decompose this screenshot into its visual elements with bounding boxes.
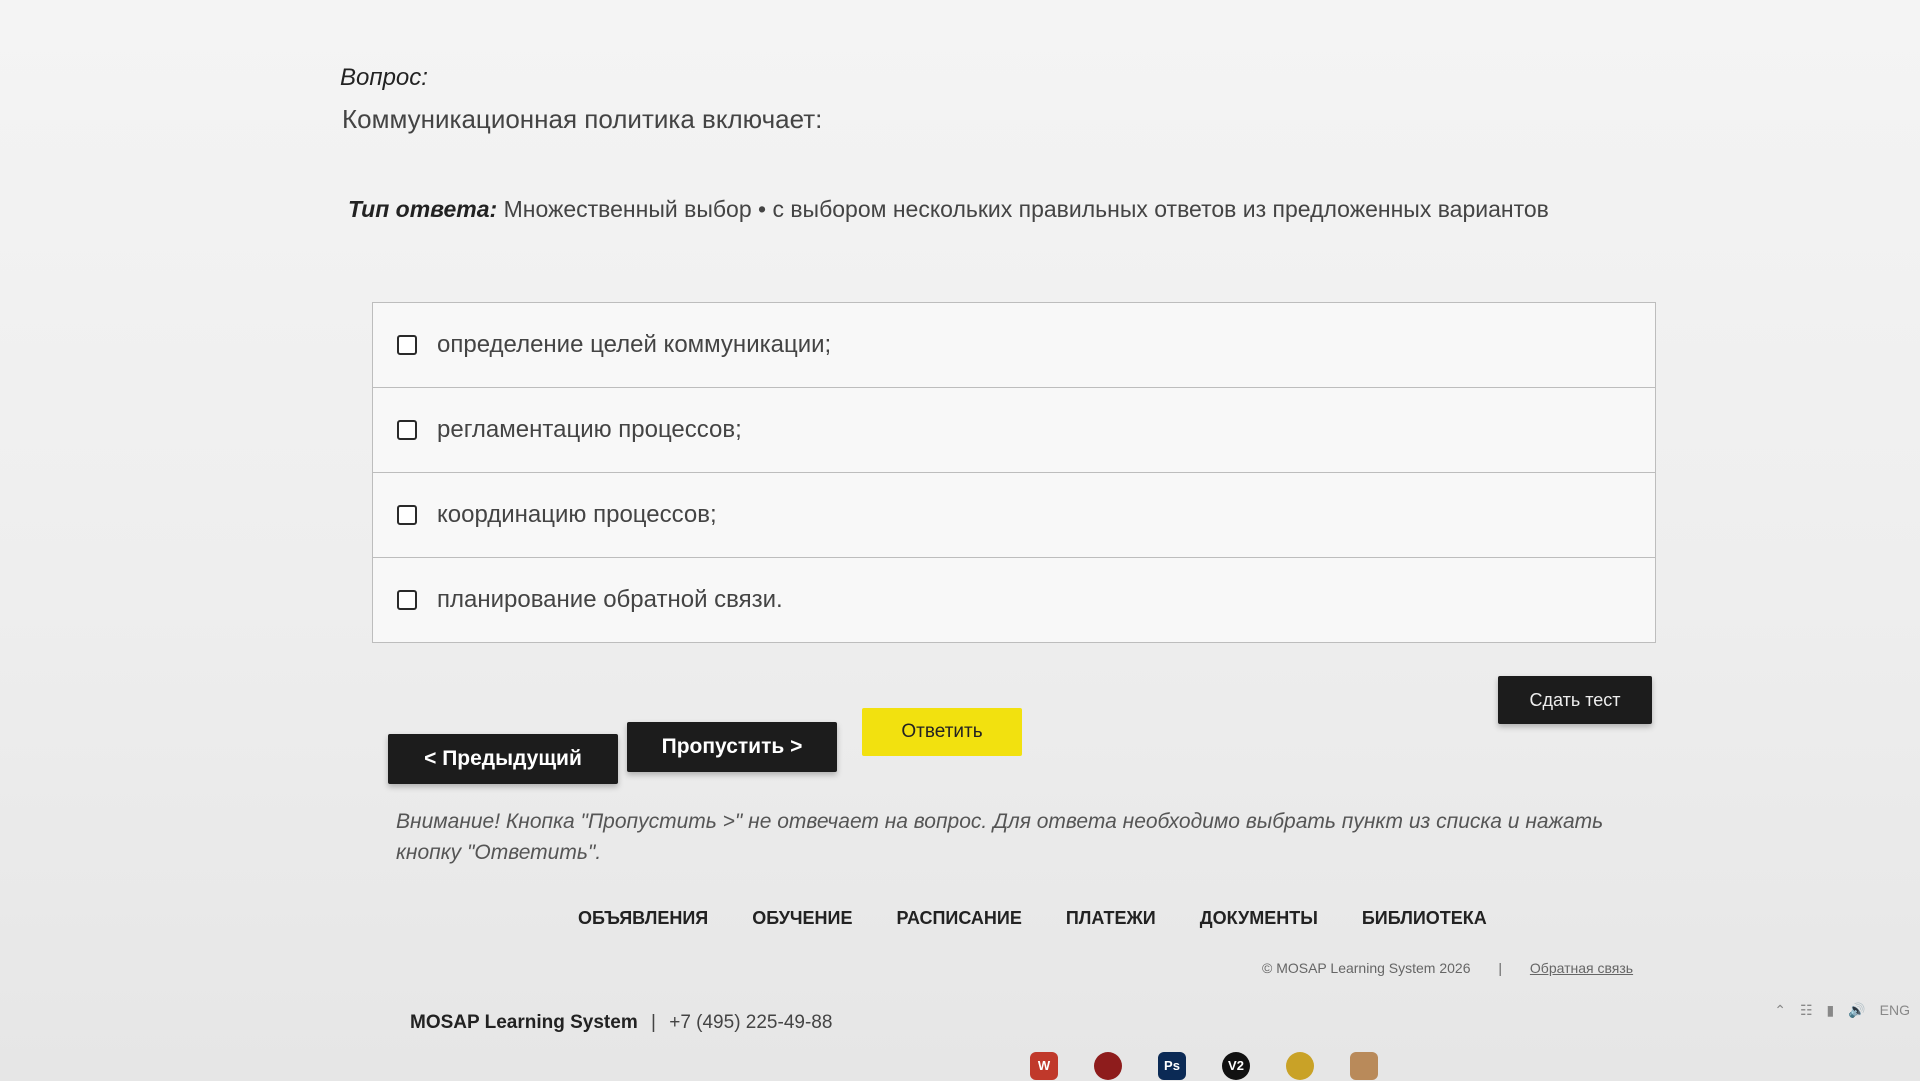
footer-nav: ОБЪЯВЛЕНИЯ ОБУЧЕНИЕ РАСПИСАНИЕ ПЛАТЕЖИ Д… — [578, 908, 1487, 929]
word-icon[interactable]: W — [1030, 1051, 1058, 1080]
feedback-link[interactable]: Обратная связь — [1530, 960, 1633, 976]
skip-notice: Внимание! Кнопка "Пропустить >" не отвеч… — [396, 810, 1604, 864]
volume-icon[interactable]: 🔊 — [1848, 1002, 1865, 1019]
answer-type: Тип ответа: Множественный выбор • с выбо… — [348, 196, 1549, 223]
nav-library[interactable]: БИБЛИОТЕКА — [1362, 908, 1487, 929]
nav-documents[interactable]: ДОКУМЕНТЫ — [1200, 908, 1318, 929]
option-label: регламентацию процессов; — [437, 416, 742, 443]
checkbox[interactable] — [397, 505, 417, 525]
nav-schedule[interactable]: РАСПИСАНИЕ — [897, 908, 1022, 929]
footer-brand: MOSAP Learning System | +7 (495) 225-49-… — [410, 1012, 832, 1034]
option-item[interactable]: планирование обратной связи. — [372, 557, 1656, 643]
previous-button[interactable]: < Предыдущий — [388, 734, 618, 784]
user-app-icon[interactable] — [1350, 1051, 1378, 1080]
option-item[interactable]: регламентацию процессов; — [372, 387, 1656, 473]
phone-number: +7 (495) 225-49-88 — [669, 1012, 833, 1033]
nav-payments[interactable]: ПЛАТЕЖИ — [1066, 908, 1156, 929]
answer-button[interactable]: Ответить — [862, 708, 1022, 756]
chevron-up-icon[interactable]: ⌃ — [1774, 1002, 1786, 1019]
sun-app-icon[interactable] — [1286, 1051, 1314, 1080]
footer-separator: | — [1498, 960, 1503, 976]
options-list: определение целей коммуникации; регламен… — [372, 302, 1656, 643]
option-item[interactable]: координацию процессов; — [372, 472, 1656, 558]
checkbox[interactable] — [397, 335, 417, 355]
question-text: Коммуникационная политика включает: — [342, 104, 823, 134]
skip-button[interactable]: Пропустить > — [627, 722, 837, 772]
nav-learning[interactable]: ОБУЧЕНИЕ — [752, 908, 852, 929]
v2-icon[interactable]: V2 — [1222, 1051, 1250, 1080]
checkbox[interactable] — [397, 590, 417, 610]
nav-announcements[interactable]: ОБЪЯВЛЕНИЯ — [578, 908, 708, 929]
quiz-page: Вопрос: Коммуникационная политика включа… — [0, 0, 1920, 1081]
option-item[interactable]: определение целей коммуникации; — [372, 302, 1656, 388]
answer-type-label: Тип ответа: — [348, 196, 498, 222]
system-tray: ⌃ ☷ ▮ 🔊 ENG — [1774, 1002, 1910, 1019]
language-indicator[interactable]: ENG — [1880, 1002, 1910, 1019]
submit-test-button[interactable]: Сдать тест — [1498, 676, 1652, 724]
photoshop-icon[interactable]: Ps — [1158, 1051, 1186, 1080]
checkbox[interactable] — [397, 420, 417, 440]
option-label: координацию процессов; — [437, 501, 717, 528]
brand-name: MOSAP Learning System — [410, 1012, 638, 1033]
battery-icon[interactable]: ▮ — [1827, 1002, 1835, 1019]
brand-separator: | — [651, 1012, 656, 1033]
wifi-icon[interactable]: ☷ — [1800, 1002, 1813, 1019]
question-label: Вопрос: — [340, 64, 428, 91]
answer-type-value: Множественный выбор • с выбором нескольк… — [503, 196, 1549, 222]
option-label: определение целей коммуникации; — [437, 331, 832, 358]
copyright: © MOSAP Learning System 2026 | Обратная … — [1262, 960, 1633, 976]
taskbar: W Ps V2 — [0, 1050, 1920, 1081]
copyright-text: © MOSAP Learning System 2026 — [1262, 960, 1471, 976]
option-label: планирование обратной связи. — [437, 586, 783, 613]
app-red-icon[interactable] — [1094, 1051, 1122, 1080]
